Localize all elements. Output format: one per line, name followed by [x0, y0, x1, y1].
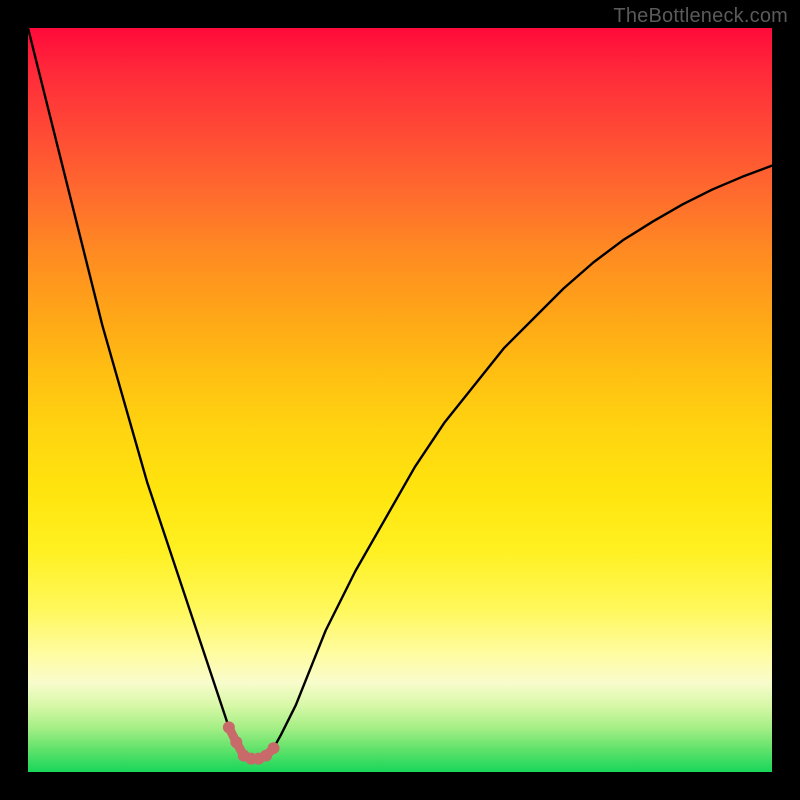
min-region-marker-dots [223, 721, 280, 764]
bottleneck-curve-path [28, 28, 772, 759]
chart-frame: TheBottleneck.com [0, 0, 800, 800]
watermark-text: TheBottleneck.com [613, 5, 788, 28]
min-region-marker-dot [230, 736, 242, 748]
bottleneck-curve-svg [28, 28, 772, 772]
plot-area [28, 28, 772, 772]
min-region-marker-dot [268, 742, 280, 754]
min-region-marker-dot [223, 721, 235, 733]
